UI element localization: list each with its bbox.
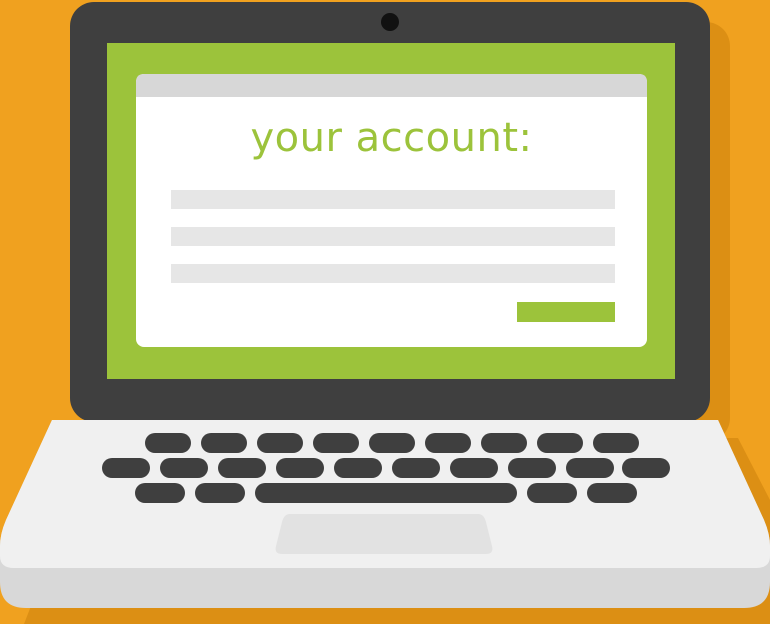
key[interactable] (201, 433, 247, 453)
submit-button[interactable] (517, 302, 615, 322)
key[interactable] (276, 458, 324, 478)
key[interactable] (334, 458, 382, 478)
form-field-3[interactable] (171, 264, 615, 283)
key[interactable] (392, 458, 440, 478)
webcam-icon (381, 13, 399, 31)
spacebar-key[interactable] (255, 483, 517, 503)
key[interactable] (537, 433, 583, 453)
key[interactable] (135, 483, 185, 503)
laptop-graphic (0, 2, 770, 624)
key[interactable] (450, 458, 498, 478)
laptop-illustration: your account: (0, 0, 770, 624)
key[interactable] (313, 433, 359, 453)
key[interactable] (102, 458, 150, 478)
key[interactable] (566, 458, 614, 478)
form-field-2[interactable] (171, 227, 615, 246)
key[interactable] (587, 483, 637, 503)
window-titlebar (136, 74, 647, 97)
key[interactable] (622, 458, 670, 478)
key[interactable] (527, 483, 577, 503)
key[interactable] (508, 458, 556, 478)
key[interactable] (257, 433, 303, 453)
key[interactable] (218, 458, 266, 478)
key[interactable] (195, 483, 245, 503)
form-field-1[interactable] (171, 190, 615, 209)
touchpad[interactable] (275, 514, 493, 554)
key[interactable] (593, 433, 639, 453)
key[interactable] (369, 433, 415, 453)
key[interactable] (481, 433, 527, 453)
key[interactable] (425, 433, 471, 453)
key[interactable] (145, 433, 191, 453)
key[interactable] (160, 458, 208, 478)
account-heading: your account: (250, 115, 533, 161)
